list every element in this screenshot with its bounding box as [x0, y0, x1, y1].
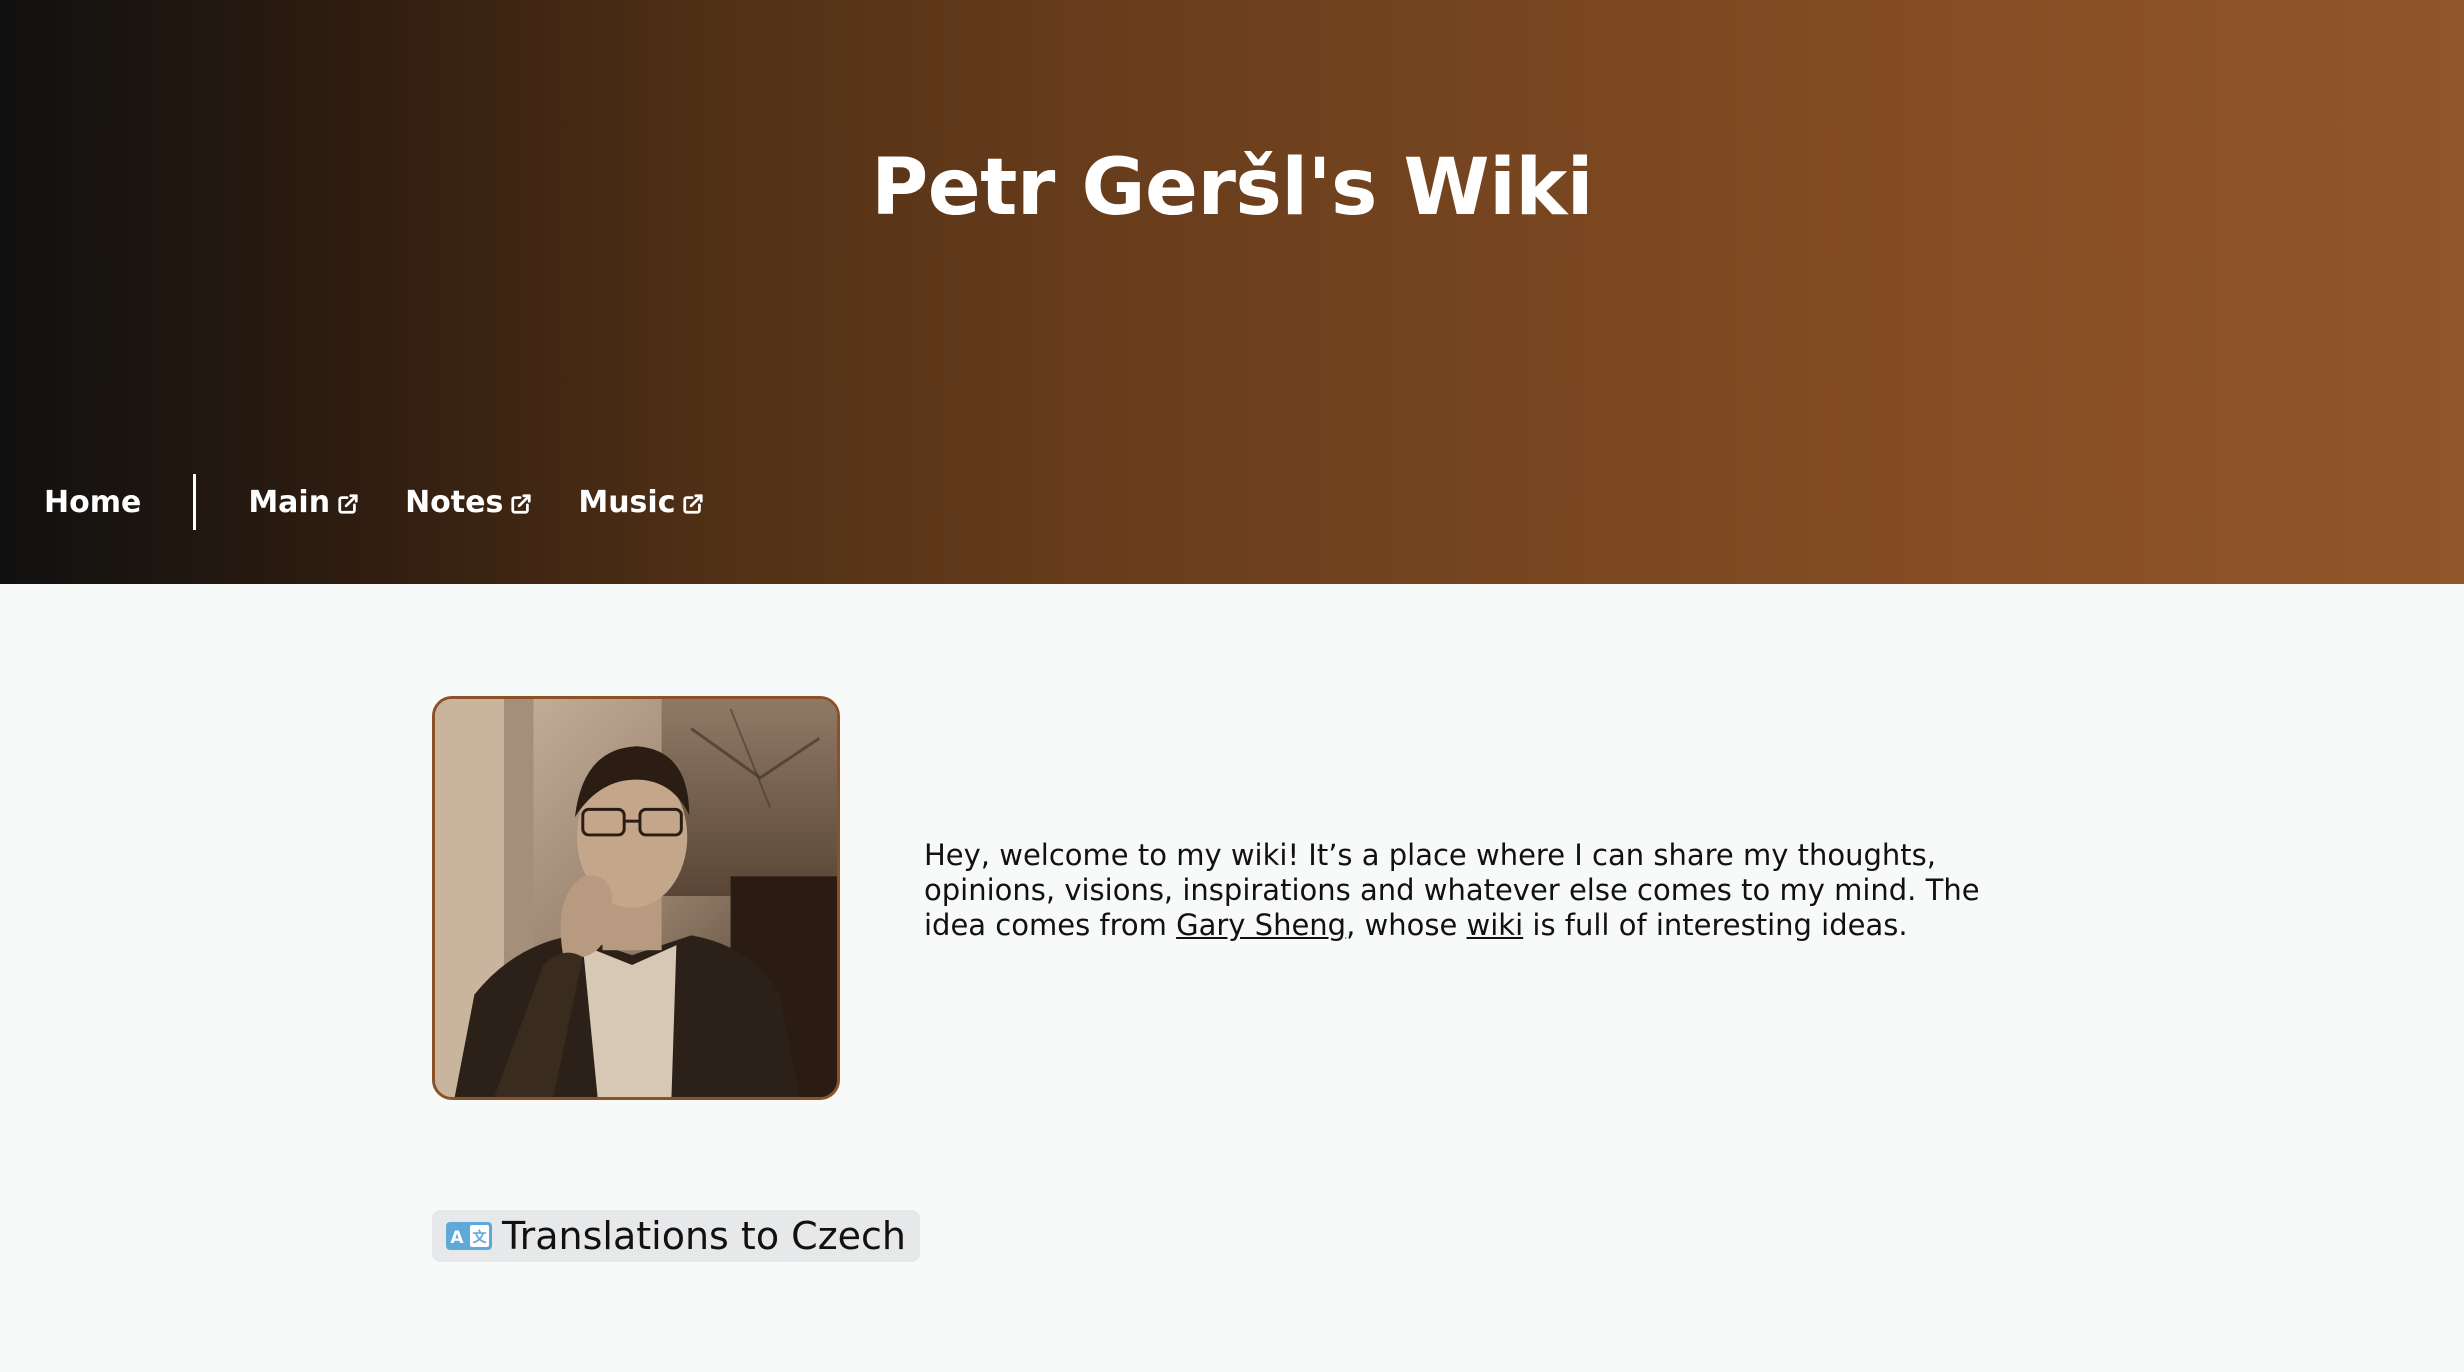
translations-label: Translations to Czech [502, 1214, 906, 1258]
translations-button[interactable]: A 文 Translations to Czech [432, 1210, 920, 1262]
external-link-icon [511, 494, 531, 514]
nav-music-link[interactable]: Music [578, 485, 704, 520]
gary-sheng-link[interactable]: Gary Sheng [1176, 908, 1346, 942]
nav-home-link[interactable]: Home [44, 485, 141, 520]
language-icon: A 文 [446, 1222, 492, 1250]
intro-text-3: is full of interesting ideas. [1523, 908, 1908, 942]
svg-text:文: 文 [473, 1229, 488, 1246]
nav-music-label: Music [578, 484, 676, 520]
nav-main-link[interactable]: Main [248, 485, 359, 520]
site-title: Petr Geršl's Wiki [871, 143, 1593, 233]
external-link-icon [683, 494, 704, 514]
nav-divider [193, 474, 197, 530]
nav-main-label: Main [248, 484, 331, 520]
intro-text-2: , whose [1346, 908, 1467, 942]
profile-photo [432, 696, 840, 1100]
nav-notes-label: Notes [405, 484, 504, 520]
portrait-illustration [435, 699, 837, 1097]
site-header: Petr Geršl's Wiki Home Main Notes Music [0, 0, 2464, 584]
intro-paragraph: Hey, welcome to my wiki! It’s a place wh… [924, 838, 1984, 943]
external-link-icon [338, 494, 358, 514]
main-nav: Home Main Notes Music [44, 474, 750, 530]
svg-text:A: A [450, 1228, 464, 1248]
wiki-link[interactable]: wiki [1467, 908, 1524, 942]
nav-notes-link[interactable]: Notes [405, 485, 532, 520]
